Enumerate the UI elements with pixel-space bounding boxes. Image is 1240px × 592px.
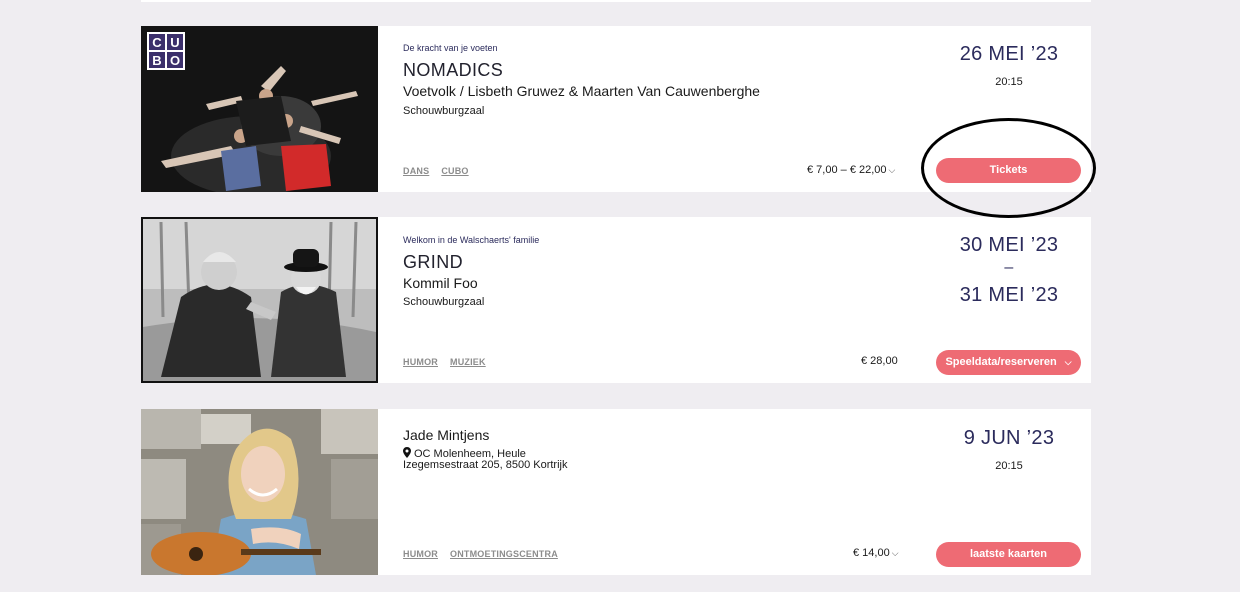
price-text: € 28,00 [861, 355, 898, 367]
event-tags: DANS CUBO [403, 166, 481, 176]
tag-link[interactable]: ONTMOETINGSCENTRA [450, 549, 558, 559]
tag-link[interactable]: DANS [403, 166, 429, 176]
event-image-jade-mintjens[interactable] [141, 409, 378, 575]
price-range[interactable]: € 14,00 ⌵ [853, 547, 899, 559]
price-text: € 7,00 – € 22,00 [807, 164, 887, 176]
button-label: Speeldata/reserveren [945, 356, 1057, 368]
event-image-grind[interactable] [141, 217, 378, 383]
tag-link[interactable]: HUMOR [403, 549, 438, 559]
event-card-jade-mintjens[interactable]: Jade Mintjens OC Molenheem, Heule Izegem… [141, 409, 1091, 575]
tag-link[interactable]: HUMOR [403, 357, 438, 367]
tag-link[interactable]: MUZIEK [450, 357, 486, 367]
event-date: 9 JUN ’23 [963, 427, 1055, 449]
tickets-button[interactable]: Tickets [936, 158, 1081, 183]
svg-text:C: C [152, 35, 162, 50]
svg-text:U: U [170, 35, 179, 50]
event-title[interactable]: NOMADICS [403, 60, 503, 81]
event-image-nomadics[interactable]: C U B O [141, 26, 378, 192]
price-range[interactable]: € 7,00 – € 22,00 ⌵ [807, 164, 895, 176]
dates-reserve-button[interactable]: Speeldata/reserveren ⌵ [936, 350, 1081, 375]
event-time: 20:15 [995, 460, 1023, 472]
event-title[interactable]: Jade Mintjens [403, 427, 489, 443]
event-date-separator: – [1004, 259, 1014, 276]
chevron-down-icon[interactable]: ⌵ [889, 165, 896, 175]
last-tickets-button[interactable]: laatste kaarten [936, 542, 1081, 567]
event-time: 20:15 [995, 76, 1023, 88]
event-card-grind[interactable]: Welkom in de Walschaerts' familie GRIND … [141, 217, 1091, 383]
event-venue: Schouwburgzaal [403, 105, 485, 117]
svg-text:B: B [152, 53, 161, 68]
event-address: Izegemsestraat 205, 8500 Kortrijk [403, 459, 568, 471]
event-date: 26 MEI ’23 [959, 43, 1059, 65]
event-artist: Voetvolk / Lisbeth Gruwez & Maarten Van … [403, 83, 760, 99]
price-text: € 14,00 [853, 547, 890, 559]
svg-text:O: O [170, 53, 180, 68]
previous-card-edge [141, 0, 1091, 2]
chevron-down-icon[interactable]: ⌵ [892, 548, 899, 558]
chevron-down-icon: ⌵ [1064, 357, 1072, 367]
event-card-nomadics[interactable]: C U B O De kracht van je voeten NOMADICS… [141, 26, 1091, 192]
event-title[interactable]: GRIND [403, 252, 463, 273]
event-subtitle: De kracht van je voeten [403, 43, 498, 53]
event-venue: Schouwburgzaal [403, 296, 485, 308]
event-tags: HUMOR ONTMOETINGSCENTRA [403, 549, 570, 559]
event-subtitle: Welkom in de Walschaerts' familie [403, 235, 540, 245]
event-tags: HUMOR MUZIEK [403, 357, 498, 367]
tag-link[interactable]: CUBO [441, 166, 468, 176]
event-date-start: 30 MEI ’23 [959, 234, 1059, 256]
event-date-end: 31 MEI ’23 [959, 284, 1059, 306]
event-artist: Kommil Foo [403, 275, 478, 291]
